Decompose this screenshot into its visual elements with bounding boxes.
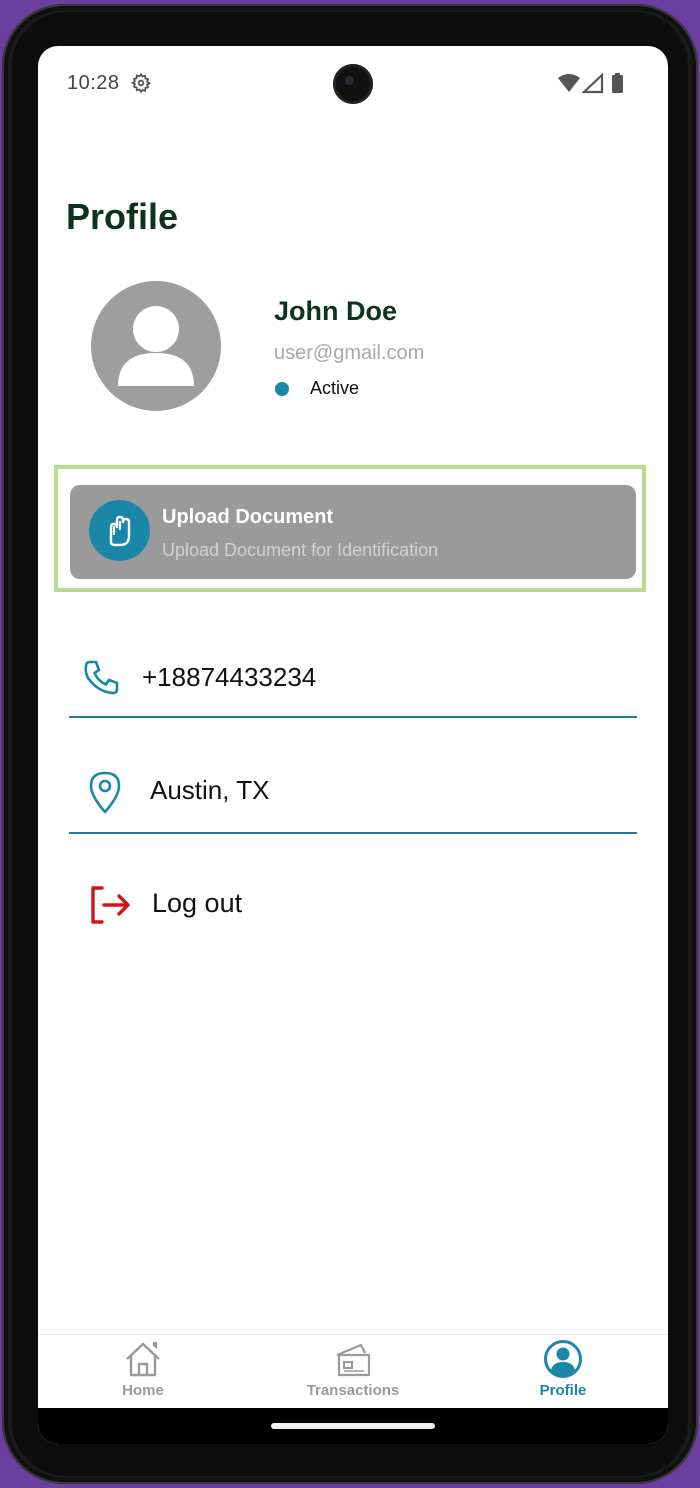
nav-profile-label: Profile [539, 1382, 587, 1399]
home-icon [126, 1342, 160, 1377]
location-pin-icon [89, 771, 121, 814]
logout-icon [91, 886, 130, 924]
attachment-hand-icon [89, 500, 150, 561]
nav-home-label: Home [122, 1382, 164, 1399]
nav-transactions[interactable]: Transactions [278, 1335, 428, 1409]
signal-icon [581, 72, 604, 94]
status-icons [558, 72, 623, 94]
upload-document-button[interactable]: Upload Document Upload Document for Iden… [70, 485, 636, 579]
logout-label: Log out [152, 888, 243, 918]
gesture-area [38, 1408, 668, 1444]
upload-subtitle: Upload Document for Identification [162, 540, 439, 560]
profile-email: user@gmail.com [274, 342, 425, 364]
profile-name: John Doe [274, 296, 398, 326]
front-camera [333, 64, 373, 104]
nav-transactions-label: Transactions [306, 1382, 400, 1399]
status-time: 10:28 [67, 72, 120, 94]
logout-button[interactable]: Log out [88, 866, 388, 946]
wifi-icon [558, 74, 580, 92]
nav-profile[interactable]: Profile [488, 1335, 638, 1409]
avatar[interactable] [91, 281, 221, 411]
app-screen: 10:28 Profile John Doe user@gmail.com Ac… [38, 46, 668, 1444]
home-gesture-bar[interactable] [271, 1423, 435, 1429]
status-label: Active [310, 378, 360, 398]
location-row[interactable]: Austin, TX [69, 751, 637, 834]
phone-number: +18874433234 [142, 662, 317, 692]
nav-home[interactable]: Home [68, 1335, 218, 1409]
card-icon [336, 1343, 371, 1377]
upload-title: Upload Document [162, 506, 334, 528]
phone-divider [69, 716, 637, 718]
page-title: Profile [66, 196, 179, 237]
user-circle-icon [544, 1340, 582, 1378]
user-silhouette-icon [118, 306, 194, 386]
location-divider [69, 832, 637, 834]
status-bar: 10:28 [38, 46, 668, 122]
status-dot [275, 382, 289, 396]
bottom-navigation: Home Transactions Profile [38, 1334, 668, 1409]
phone-row[interactable]: +18874433234 [69, 636, 637, 718]
phone-icon [84, 660, 119, 695]
location-text: Austin, TX [150, 775, 270, 805]
settings-icon [130, 72, 151, 94]
battery-icon [612, 75, 623, 93]
